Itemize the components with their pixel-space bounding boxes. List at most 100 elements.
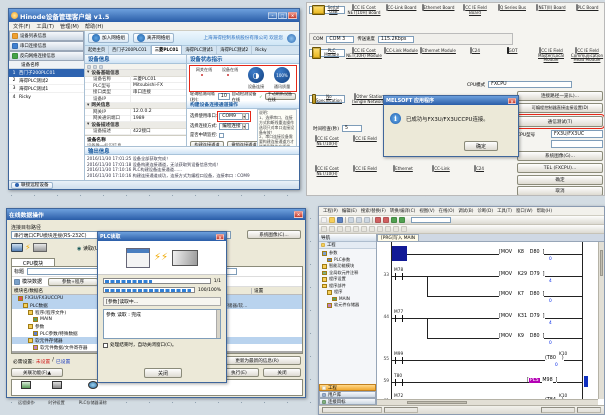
menu-edit[interactable]: 编辑(E) xyxy=(342,208,357,214)
pc-if-serial-usb[interactable]: Serial USB xyxy=(309,6,345,14)
dialog-close-icon[interactable]: × xyxy=(508,98,516,104)
sidebar-item-device-list[interactable]: 设备列表信息 xyxy=(9,31,84,41)
plc-if-ccie-field-master[interactable]: CC IE Field Master/Local Module xyxy=(533,49,569,63)
open-icon[interactable] xyxy=(329,217,335,223)
join-group-button[interactable]: 加入网络组 xyxy=(88,33,129,43)
user-avatar[interactable] xyxy=(287,34,296,43)
menu-manage[interactable]: 管理(M) xyxy=(60,23,79,30)
ladder-doc-tab[interactable]: [PRG]写入 MAIN xyxy=(377,234,419,241)
pc-if-cclink-board[interactable]: CC-Link Board xyxy=(383,6,419,11)
progress-log-list[interactable]: 参数 读取 : 完成 xyxy=(103,309,221,339)
contact-symbol[interactable] xyxy=(395,273,403,280)
connect-mode-select[interactable]: 编程连接▾ xyxy=(219,123,249,130)
check-time-field[interactable]: 5 xyxy=(342,125,362,132)
table-row[interactable]: 2海得PLC测试2 xyxy=(9,77,84,85)
com-port-field[interactable]: COM 3 xyxy=(326,36,354,43)
tab-home[interactable]: 起始主页 xyxy=(85,46,109,54)
clock-setting-item[interactable]: 时钟设置 xyxy=(48,381,64,394)
tab-hite1[interactable]: 海得PLC测试1 xyxy=(182,46,217,54)
coexist-cclink[interactable]: CC-Link xyxy=(423,167,459,172)
pc-if-q-bus[interactable]: Q Series Bus xyxy=(494,6,530,11)
prop-row[interactable]: 设备描述422接口 xyxy=(85,129,186,136)
direct-connect-button[interactable]: 可编程控制器直接连接设置(D) xyxy=(517,103,603,113)
close-button[interactable]: × xyxy=(288,12,297,19)
menu-online[interactable]: 在线(O) xyxy=(439,208,455,214)
coexist-ccie-field[interactable]: CC IE Field xyxy=(347,167,383,172)
copy-icon[interactable] xyxy=(356,217,362,223)
route-ccie-cont[interactable]: CC IE Cont NET/10(H) xyxy=(309,137,345,146)
plc-if-ccie-field-head[interactable]: CC IE Field Communication Head Module xyxy=(569,49,605,63)
sidebar-item-serial[interactable]: 串口连接信息 xyxy=(9,41,84,51)
paste-icon[interactable] xyxy=(364,217,370,223)
tab-siemens[interactable]: 西门子200PLC01 xyxy=(109,46,151,54)
coexist-ethernet[interactable]: Ethernet xyxy=(385,167,421,172)
menu-debug[interactable]: 调试(B) xyxy=(458,208,473,214)
pc-if-ccie-field-board[interactable]: CC IE Field Board xyxy=(457,6,493,15)
vertical-scrollbar[interactable] xyxy=(598,242,604,399)
device-comment-icon[interactable] xyxy=(385,226,391,232)
table-row[interactable]: 1西门子200PLC01 xyxy=(9,69,84,77)
coil-icon[interactable] xyxy=(337,226,343,232)
plc-if-ethernet-module[interactable]: Ethernet Module xyxy=(420,49,456,54)
system-image-button[interactable]: 系统图像(G)... xyxy=(517,151,603,161)
menu-help[interactable]: 帮助(H) xyxy=(537,208,553,214)
param-program-button[interactable]: 参数+程序 xyxy=(48,278,98,286)
property-pages-icon[interactable] xyxy=(99,65,103,69)
plc-if-c24[interactable]: C24 xyxy=(457,49,493,54)
relay-checkbox[interactable] xyxy=(219,133,224,138)
menu-project[interactable]: 工程(P) xyxy=(323,208,338,214)
minimize-button[interactable]: – xyxy=(268,12,277,19)
v-scrollbar[interactable] xyxy=(216,310,220,338)
com-port-select[interactable]: COM9▾ xyxy=(219,113,249,120)
save-icon[interactable] xyxy=(337,217,343,223)
tab-ricky[interactable]: Ricky xyxy=(252,47,269,54)
build-channel-button[interactable]: 构建连接通道 xyxy=(190,141,224,146)
revoke-channel-button[interactable]: 撤销连接通道 xyxy=(227,141,261,146)
route-ccie-field[interactable]: CC IE Field xyxy=(347,137,383,142)
plc-if-ccie-cont-module[interactable]: CC IE Cont NET(10H) Module xyxy=(346,49,382,58)
menu-tools[interactable]: 工具(T) xyxy=(36,23,54,30)
note-icon[interactable] xyxy=(401,226,407,232)
pc-if-ethernet-board[interactable]: Ethernet Board xyxy=(420,6,456,11)
pc-if-net2-board[interactable]: NET(II) Board xyxy=(533,6,569,11)
contact-symbol[interactable] xyxy=(395,379,403,386)
coexist-c24[interactable]: C24 xyxy=(461,167,497,172)
toolbar-combo[interactable] xyxy=(411,217,451,223)
other-station-none[interactable]: No Specification xyxy=(309,95,345,103)
system-image-button[interactable]: 系统图像(C)... xyxy=(247,230,301,239)
horizontal-line-icon[interactable] xyxy=(361,226,367,232)
close-button[interactable]: 关闭 xyxy=(263,368,301,377)
tab-mitsubishi[interactable]: 三菱PLC01 xyxy=(151,45,183,54)
menu-file[interactable]: 文件(F) xyxy=(13,23,30,30)
ladder-cursor[interactable] xyxy=(392,246,407,261)
baud-rate-field[interactable]: 115.2Kbps xyxy=(378,36,414,43)
delete-line-icon[interactable] xyxy=(369,226,375,232)
close-icon[interactable]: × xyxy=(294,211,303,218)
progress-close-button[interactable]: 关闭 xyxy=(144,368,182,378)
sidebar-item-reverse-net[interactable]: 反向网络连接信息 xyxy=(9,51,84,61)
monitor-icon[interactable] xyxy=(391,217,397,223)
tab-hite2[interactable]: 海得PLC测试2 xyxy=(217,46,252,54)
contact-symbol[interactable] xyxy=(395,315,403,322)
table-row[interactable]: 4Ricky xyxy=(9,93,84,101)
dialog-ok-button[interactable]: 确定 xyxy=(464,141,498,151)
nav-tree-item[interactable]: 软元件存储器 xyxy=(319,302,376,309)
remote-operation-item[interactable]: 远程操作 xyxy=(18,381,34,394)
auto-detect-check[interactable]: ✓ xyxy=(259,94,262,99)
plc-if-plc-module[interactable]: PLC Module xyxy=(309,49,345,57)
ladder-canvas[interactable]: [MOV K8 D80 ] 0 33 M78 [MOV K29 D79 ] 4 … xyxy=(377,242,604,405)
menu-help[interactable]: 帮助(H) xyxy=(85,23,103,30)
write-plc-icon[interactable] xyxy=(375,217,381,223)
statement-icon[interactable] xyxy=(393,226,399,232)
pc-if-plc-board[interactable]: PLC Board xyxy=(569,6,605,11)
leave-group-button[interactable]: 离开网络组 xyxy=(133,33,174,43)
read-plc-icon[interactable] xyxy=(383,217,389,223)
vertical-line-icon[interactable] xyxy=(353,226,359,232)
pc-if-ccie-cont-board[interactable]: CC IE Cont NET(10H) Board xyxy=(346,6,382,15)
menu-window[interactable]: 窗口(W) xyxy=(516,208,533,214)
pulse-icon[interactable] xyxy=(377,226,383,232)
related-functions-button[interactable]: 关联功能(F)▲ xyxy=(11,368,63,377)
contact-symbol[interactable] xyxy=(395,357,403,364)
transfer-ok-button[interactable]: 确定 xyxy=(517,175,603,185)
contact-close-icon[interactable] xyxy=(329,226,335,232)
